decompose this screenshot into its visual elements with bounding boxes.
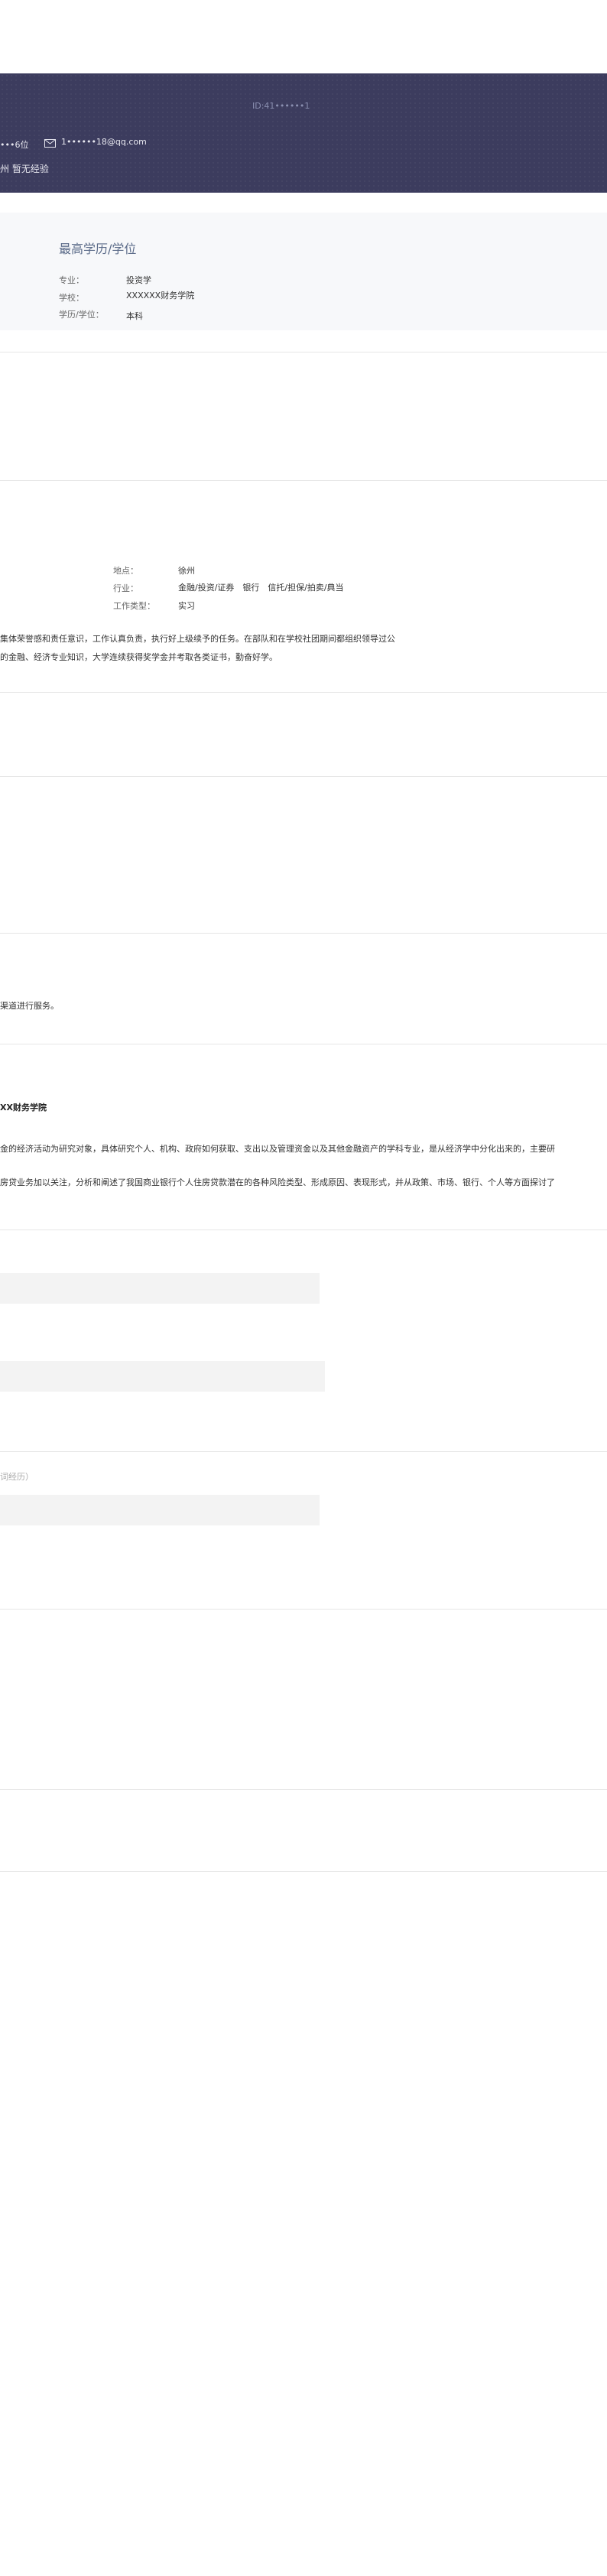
education-title: 最高学历/学位 [59, 242, 137, 256]
mail-icon [44, 139, 56, 148]
course-description: 金的经济活动为研究对象，具体研究个人、机构、政府如何获取、支出以及管理资金以及其… [0, 1144, 555, 1154]
divider [0, 1609, 607, 1610]
attachment-hint: 词经历） [0, 1472, 34, 1482]
divider [0, 1451, 607, 1452]
course-school: XX财务学院 [0, 1103, 47, 1113]
school-value: XXXXXX财务学院 [126, 291, 195, 300]
divider [0, 480, 607, 481]
placeholder-bar [0, 1361, 325, 1392]
self-evaluation-line: 的金融、经济专业知识，大学连续获得奖学金并考取各类证书，勤奋好学。 [0, 652, 278, 662]
divider [0, 933, 607, 934]
divider [0, 1789, 607, 1790]
job-type-value: 实习 [178, 601, 195, 611]
school-label: 学校： [59, 293, 84, 303]
industry-label: 行业： [113, 583, 138, 593]
degree-value: 本科 [126, 311, 143, 321]
placeholder-bar [0, 1495, 320, 1525]
phone-number: •••6位 [0, 140, 29, 150]
self-evaluation-line: 集体荣誉感和责任意识，工作认真负责，执行好上级续予的任务。在部队和在学校社团期间… [0, 634, 395, 644]
major-value: 投资学 [126, 275, 151, 285]
divider [0, 692, 607, 693]
course-description: 房贷业务加以关注，分析和阐述了我国商业银行个人住房贷款潜在的各种风险类型、形成原… [0, 1178, 555, 1187]
location-label: 地点： [113, 566, 138, 576]
divider [0, 776, 607, 777]
industry-value: 金融/投资/证券 银行 信托/担保/拍卖/典当 [178, 583, 344, 593]
resume-header [0, 73, 607, 193]
resume-id: ID:41••••••1 [252, 101, 310, 111]
location-value: 徐州 [178, 566, 195, 576]
divider [0, 1871, 607, 1872]
major-label: 专业： [59, 275, 84, 285]
location-experience: 州 暂无经验 [0, 164, 49, 174]
email-address: 1••••••18@qq.com [61, 137, 147, 147]
degree-label: 学历/学位： [59, 310, 104, 320]
placeholder-bar [0, 1273, 320, 1304]
job-type-label: 工作类型： [113, 601, 155, 611]
service-text: 渠道进行服务。 [0, 1001, 59, 1011]
